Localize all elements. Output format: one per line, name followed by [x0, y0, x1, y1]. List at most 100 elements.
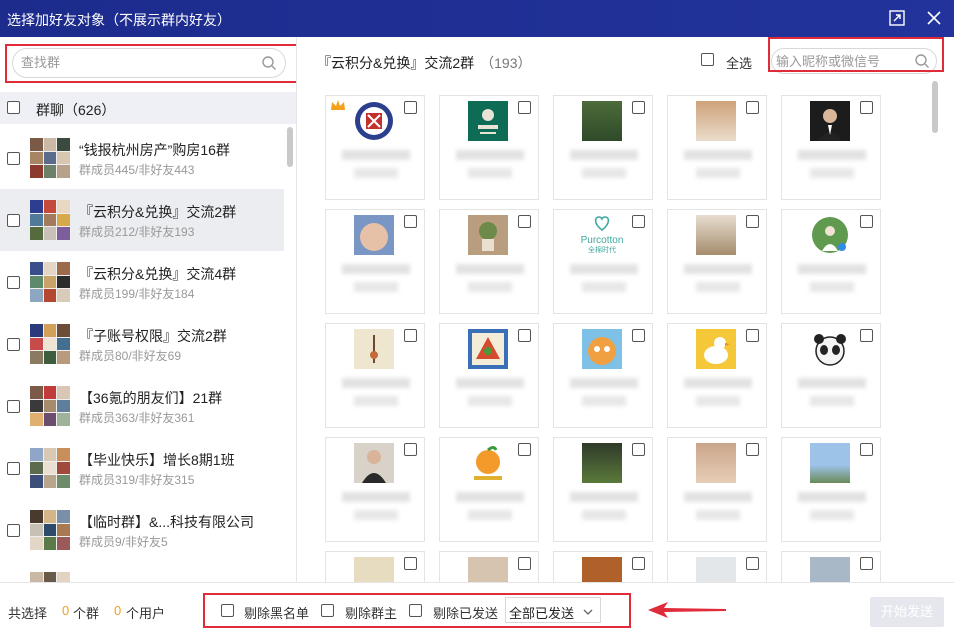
group-name: “钱报杭州房产”购房16群: [79, 142, 230, 158]
member-card[interactable]: [325, 437, 425, 542]
member-checkbox[interactable]: [404, 215, 417, 228]
member-checkbox[interactable]: [518, 443, 531, 456]
member-checkbox[interactable]: [746, 215, 759, 228]
member-card[interactable]: [781, 209, 881, 314]
member-checkbox[interactable]: [746, 557, 759, 570]
member-card[interactable]: [667, 209, 767, 314]
group-header-checkbox[interactable]: [7, 101, 20, 114]
close-icon[interactable]: [924, 8, 944, 28]
group-name: 『云积分&兑换』交流4群: [79, 266, 237, 282]
member-card[interactable]: [553, 323, 653, 428]
group-chat-header[interactable]: 群聊（626）: [0, 92, 296, 124]
member-card[interactable]: [553, 95, 653, 200]
group-member-count: 群成员80/非好友69: [79, 349, 182, 363]
member-card[interactable]: [553, 437, 653, 542]
group-item[interactable]: “钱报杭州房产”购房16群 群成员445/非好友443: [0, 127, 284, 189]
member-checkbox[interactable]: [746, 329, 759, 342]
member-checkbox[interactable]: [860, 101, 873, 114]
member-checkbox[interactable]: [860, 443, 873, 456]
member-card[interactable]: [781, 551, 881, 582]
exclude-blacklist-checkbox[interactable]: [221, 604, 234, 617]
chevron-down-icon: [582, 605, 594, 620]
member-checkbox[interactable]: [404, 329, 417, 342]
nickname-search-input[interactable]: [776, 54, 911, 69]
member-checkbox[interactable]: [632, 443, 645, 456]
member-avatar: [582, 329, 622, 369]
member-checkbox[interactable]: [860, 215, 873, 228]
member-card[interactable]: [325, 209, 425, 314]
red-arrow-icon: [646, 600, 728, 623]
select-all-label[interactable]: 全选: [726, 53, 752, 72]
group-item-checkbox[interactable]: [7, 152, 20, 165]
member-card[interactable]: [439, 209, 539, 314]
member-checkbox[interactable]: [518, 215, 531, 228]
member-card[interactable]: [325, 551, 425, 582]
group-item[interactable]: 『子账号权限』交流2群 群成员80/非好友69: [0, 313, 284, 375]
member-list-scrollbar[interactable]: [932, 81, 938, 133]
member-card[interactable]: [439, 323, 539, 428]
member-card[interactable]: [439, 95, 539, 200]
exclude-sent-label[interactable]: 剔除已发送: [433, 603, 498, 622]
group-item[interactable]: 『云积分&兑换』交流4群 群成员199/非好友184: [0, 251, 284, 313]
member-card[interactable]: [781, 323, 881, 428]
exclude-owner-checkbox[interactable]: [321, 604, 334, 617]
member-card[interactable]: [325, 95, 425, 200]
start-send-button[interactable]: 开始发送: [870, 597, 944, 627]
member-avatar: [696, 443, 736, 483]
nickname-search-box[interactable]: [771, 48, 937, 74]
group-item-checkbox[interactable]: [7, 276, 20, 289]
group-search-box[interactable]: [12, 48, 286, 78]
group-item[interactable]: 『云积分&兑换』交流2群 群成员212/非好友193: [0, 189, 284, 251]
member-checkbox[interactable]: [632, 329, 645, 342]
member-checkbox[interactable]: [404, 443, 417, 456]
group-item-checkbox[interactable]: [7, 400, 20, 413]
exclude-blacklist-label[interactable]: 剔除黑名单: [244, 603, 309, 622]
member-card[interactable]: [667, 551, 767, 582]
member-card[interactable]: [439, 437, 539, 542]
member-checkbox[interactable]: [632, 557, 645, 570]
member-card[interactable]: [667, 323, 767, 428]
group-list-scrollbar[interactable]: [287, 127, 293, 167]
group-item[interactable]: 【36氪的朋友们】21群 群成员363/非好友361: [0, 375, 284, 437]
search-icon[interactable]: [261, 55, 277, 74]
group-item-checkbox[interactable]: [7, 524, 20, 537]
member-card[interactable]: [553, 551, 653, 582]
group-item-checkbox[interactable]: [7, 338, 20, 351]
member-checkbox[interactable]: [860, 557, 873, 570]
member-card[interactable]: [781, 95, 881, 200]
exclude-sent-checkbox[interactable]: [409, 604, 422, 617]
group-name: 【36氪的朋友们】21群: [79, 390, 223, 406]
group-name: 【毕业快乐】增长8期1班: [79, 452, 235, 468]
member-checkbox[interactable]: [632, 215, 645, 228]
member-checkbox[interactable]: [632, 101, 645, 114]
sent-filter-select[interactable]: 全部已发送: [505, 597, 601, 623]
group-item[interactable]: 【临时群】&...科技有限公司 群成员9/非好友5: [0, 499, 284, 561]
member-avatar: [354, 557, 394, 582]
member-checkbox[interactable]: [746, 101, 759, 114]
member-checkbox[interactable]: [404, 101, 417, 114]
member-card[interactable]: [325, 323, 425, 428]
select-all-checkbox[interactable]: [701, 53, 714, 66]
group-search-input[interactable]: [21, 55, 251, 70]
member-checkbox[interactable]: [746, 443, 759, 456]
member-checkbox[interactable]: [518, 329, 531, 342]
search-icon[interactable]: [914, 53, 930, 72]
member-checkbox[interactable]: [518, 101, 531, 114]
member-card[interactable]: [439, 551, 539, 582]
group-item[interactable]: [0, 561, 284, 582]
member-checkbox[interactable]: [404, 557, 417, 570]
group-item[interactable]: 【毕业快乐】增长8期1班 群成员319/非好友315: [0, 437, 284, 499]
member-checkbox[interactable]: [860, 329, 873, 342]
member-checkbox[interactable]: [518, 557, 531, 570]
group-item-checkbox[interactable]: [7, 462, 20, 475]
member-card[interactable]: [667, 95, 767, 200]
member-avatar: [354, 329, 394, 369]
member-card[interactable]: Purcotton 全棉时代: [553, 209, 653, 314]
member-count: （193）: [480, 55, 532, 71]
group-item-checkbox[interactable]: [7, 214, 20, 227]
member-card[interactable]: [781, 437, 881, 542]
maximize-icon[interactable]: [887, 8, 907, 28]
member-avatar: [354, 215, 394, 255]
member-card[interactable]: [667, 437, 767, 542]
exclude-owner-label[interactable]: 剔除群主: [345, 603, 397, 622]
